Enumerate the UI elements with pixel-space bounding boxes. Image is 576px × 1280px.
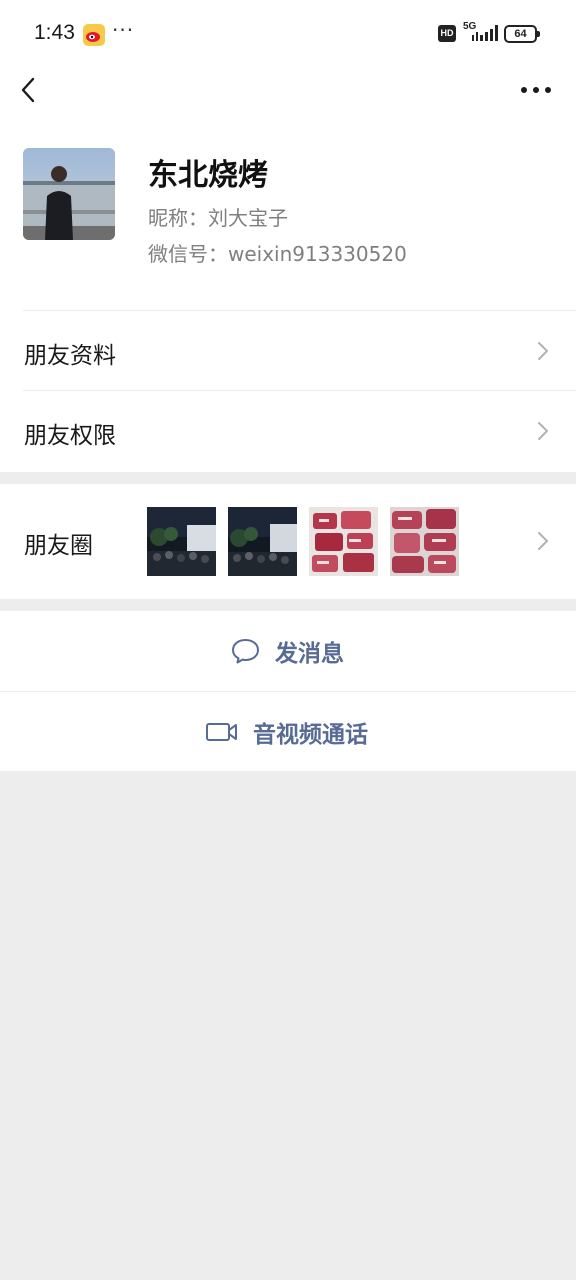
profile-section: 东北烧烤 昵称：刘大宝子 微信号：weixin913330520 朋友资料 朋友… (0, 112, 576, 472)
more-dots-icon (521, 87, 551, 93)
chevron-right-icon (538, 532, 548, 550)
avatar[interactable] (23, 148, 115, 240)
status-time: 1:43 (34, 21, 75, 44)
moments-thumbnail (228, 507, 297, 576)
video-call-label: 音视频通话 (253, 722, 368, 748)
back-arrow-icon (21, 77, 35, 103)
battery-icon: 64 (504, 25, 540, 43)
moments-thumbnail (147, 507, 216, 576)
battery-level: 64 (514, 28, 527, 40)
more-notifications-icon: ··· (112, 18, 135, 42)
moments-label: 朋友圈 (24, 533, 93, 559)
nickname: 昵称：刘大宝子 (148, 206, 288, 230)
moments-thumbnail (390, 507, 459, 576)
video-call-button[interactable]: 音视频通话 (0, 692, 576, 772)
more-options-button[interactable] (516, 76, 556, 104)
moments-item[interactable]: 朋友圈 (0, 484, 576, 599)
chevron-right-icon (538, 342, 548, 360)
friend-info-label: 朋友资料 (24, 343, 116, 369)
display-name: 东北烧烤 (148, 158, 268, 193)
send-message-label: 发消息 (275, 641, 344, 667)
weibo-notification-icon (83, 24, 105, 46)
video-camera-icon (206, 723, 237, 741)
action-section: 发消息 音视频通话 (0, 611, 576, 771)
send-message-button[interactable]: 发消息 (0, 611, 576, 691)
moments-thumbnail (309, 507, 378, 576)
wechat-id[interactable]: 微信号：weixin913330520 (148, 238, 407, 267)
back-button[interactable] (16, 76, 44, 104)
signal-strength-icon (472, 25, 498, 41)
status-bar: 1:43 ··· HD 5G 64 (0, 0, 576, 68)
nav-bar (0, 68, 576, 112)
chevron-right-icon (538, 422, 548, 440)
friend-info-item[interactable]: 朋友资料 (0, 311, 576, 391)
hd-voice-icon: HD (438, 25, 456, 42)
chat-bubble-icon (232, 639, 259, 664)
friend-permissions-item[interactable]: 朋友权限 (0, 391, 576, 471)
friend-permissions-label: 朋友权限 (24, 423, 116, 449)
